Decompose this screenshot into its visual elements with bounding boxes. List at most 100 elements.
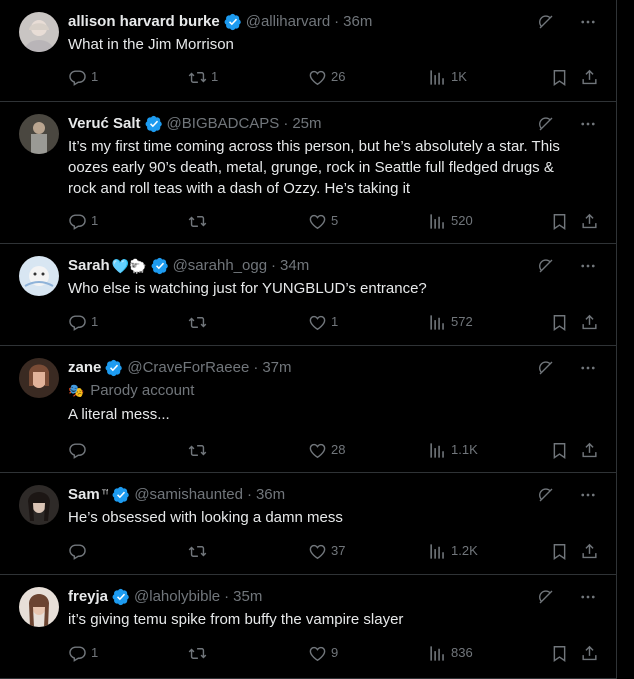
tweet[interactable]: Sarah 🩵🐑 @sarahh_ogg · 34m Who else is w… [0, 244, 616, 346]
display-name[interactable]: allison harvard burke [68, 12, 220, 32]
like-button[interactable]: 9 [308, 643, 338, 663]
share-button[interactable] [580, 67, 603, 87]
views-button[interactable]: 572 [428, 312, 473, 332]
bookmark-icon [550, 542, 569, 561]
display-name[interactable]: freyja [68, 587, 108, 607]
separator-dot: · [283, 115, 289, 132]
display-name[interactable]: Sam [68, 485, 100, 505]
bookmark-button[interactable] [550, 312, 573, 332]
views-button[interactable]: 1K [428, 67, 467, 87]
user-handle[interactable]: @BIGBADCAPS [167, 114, 280, 134]
grok-icon[interactable] [537, 13, 555, 31]
bookmark-button[interactable] [550, 211, 573, 231]
user-handle[interactable]: @laholybible [134, 587, 220, 607]
timestamp[interactable]: 25m [292, 114, 321, 134]
timestamp[interactable]: 36m [256, 485, 285, 505]
heart-icon [308, 441, 327, 460]
timestamp[interactable]: 35m [233, 587, 262, 607]
share-button[interactable] [580, 211, 603, 231]
grok-icon[interactable] [537, 359, 555, 377]
reply-button[interactable]: 1 [68, 211, 98, 231]
bookmark-button[interactable] [550, 643, 573, 663]
tweet-text: It’s my first time coming across this pe… [68, 138, 560, 197]
more-options-icon[interactable] [579, 115, 597, 133]
tweet[interactable]: Sam ᵀᶠ @samishaunted · 36m He’s obsessed… [0, 473, 616, 575]
user-handle[interactable]: @samishaunted [134, 485, 243, 505]
grok-icon[interactable] [537, 486, 555, 504]
tweet[interactable]: zane @CraveForRaeee · 37m 🎭 Parody accou… [0, 346, 616, 473]
more-options-icon[interactable] [579, 13, 597, 31]
retweet-icon [188, 644, 207, 663]
like-button[interactable]: 1 [308, 312, 338, 332]
scrollbar[interactable] [618, 0, 634, 679]
views-chart-icon [428, 68, 447, 87]
retweet-button[interactable] [188, 312, 211, 332]
selfie-avatar[interactable] [19, 358, 59, 398]
brunette-portrait-avatar[interactable] [19, 587, 59, 627]
user-handle[interactable]: @alliharvard [246, 12, 330, 32]
bookmark-button[interactable] [550, 440, 573, 460]
user-handle[interactable]: @CraveForRaeee [127, 358, 249, 378]
reply-button[interactable]: 1 [68, 643, 98, 663]
share-icon [580, 441, 599, 460]
grok-icon[interactable] [537, 588, 555, 606]
heart-icon [308, 68, 327, 87]
timestamp[interactable]: 34m [280, 256, 309, 276]
like-button[interactable]: 28 [308, 440, 345, 460]
retweet-button[interactable] [188, 211, 211, 231]
reply-button[interactable]: 1 [68, 312, 98, 332]
heart-icon [308, 212, 327, 231]
share-button[interactable] [580, 643, 603, 663]
share-button[interactable] [580, 541, 603, 561]
share-button[interactable] [580, 312, 603, 332]
like-button[interactable]: 26 [308, 67, 345, 87]
views-button[interactable]: 1.1K [428, 440, 478, 460]
tweet[interactable]: Veruć Salt @BIGBADCAPS · 25m It’s my fir… [0, 102, 616, 244]
reply-button[interactable]: 1 [68, 67, 98, 87]
retweet-button[interactable] [188, 643, 211, 663]
bookmark-button[interactable] [550, 541, 573, 561]
display-name[interactable]: zane [68, 358, 101, 378]
display-name[interactable]: Sarah [68, 256, 110, 276]
timeline-feed: allison harvard burke @alliharvard · 36m… [0, 0, 617, 679]
retweet-button[interactable] [188, 440, 211, 460]
timestamp[interactable]: 37m [262, 358, 291, 378]
bookmark-button[interactable] [550, 67, 573, 87]
timestamp[interactable]: 36m [343, 12, 372, 32]
person-in-suit-avatar[interactable] [19, 114, 59, 154]
like-button[interactable]: 37 [308, 541, 345, 561]
display-name[interactable]: Veruć Salt [68, 114, 141, 134]
grok-icon[interactable] [537, 115, 555, 133]
more-options-icon[interactable] [579, 359, 597, 377]
reply-icon [68, 68, 87, 87]
more-options-icon[interactable] [579, 257, 597, 275]
more-options-icon[interactable] [579, 486, 597, 504]
more-options-icon[interactable] [579, 588, 597, 606]
share-button[interactable] [580, 440, 603, 460]
retweet-icon [188, 542, 207, 561]
heart-icon [308, 542, 327, 561]
tweet[interactable]: freyja @laholybible · 35m it’s giving te… [0, 575, 616, 679]
grok-icon[interactable] [537, 257, 555, 275]
views-button[interactable]: 836 [428, 643, 473, 663]
retweet-button[interactable] [188, 541, 211, 561]
reply-count: 1 [91, 69, 99, 84]
reply-button[interactable] [68, 440, 91, 460]
like-button[interactable]: 5 [308, 211, 338, 231]
separator-dot: · [271, 257, 277, 274]
reply-button[interactable] [68, 541, 91, 561]
like-count: 28 [331, 442, 346, 457]
cartoon-illustration-avatar[interactable] [19, 256, 59, 296]
like-count: 5 [331, 213, 339, 228]
name-emoji: 🩵🐑 [111, 258, 147, 274]
woman-portrait-avatar[interactable] [19, 12, 59, 52]
mask-icon: 🎭 [68, 383, 85, 398]
tweet[interactable]: allison harvard burke @alliharvard · 36m… [0, 0, 616, 102]
user-handle[interactable]: @sarahh_ogg [173, 256, 267, 276]
share-icon [580, 68, 599, 87]
views-button[interactable]: 520 [428, 211, 473, 231]
dark-haired-avatar[interactable] [19, 485, 59, 525]
retweet-button[interactable]: 1 [188, 67, 218, 87]
name-emoji: ᵀᶠ [101, 489, 109, 500]
views-button[interactable]: 1.2K [428, 541, 478, 561]
